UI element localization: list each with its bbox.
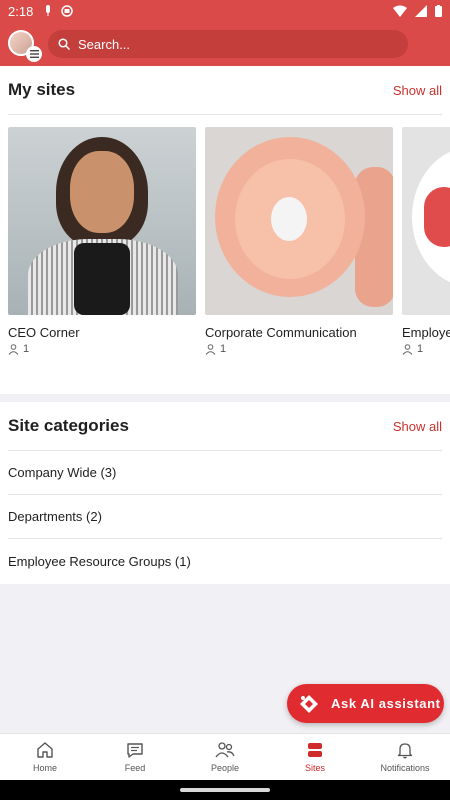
member-count: 1 [417, 343, 424, 355]
battery-icon [435, 5, 442, 17]
status-time: 2:18 [8, 3, 34, 19]
bell-icon [397, 743, 413, 759]
person-icon [8, 343, 19, 355]
search-icon [58, 38, 70, 50]
microphone-icon [46, 5, 51, 16]
nav-item-people[interactable]: People [180, 734, 270, 780]
bottom-nav: Home Feed People Sites Notifications [0, 733, 450, 780]
nav-label: Notifications [380, 763, 430, 773]
menu-icon [26, 46, 42, 62]
ask-ai-assistant-button[interactable]: Ask AI assistant [287, 684, 444, 723]
nav-label: Home [32, 763, 57, 773]
site-image [205, 127, 393, 315]
nav-label: Feed [124, 763, 146, 773]
site-image [8, 127, 196, 315]
home-gesture-handle[interactable] [180, 788, 270, 792]
section-title: Site categories [8, 416, 129, 435]
site-card-corporate-communication[interactable]: Corporate Communication 1 [205, 127, 393, 355]
nav-item-sites[interactable]: Sites [270, 734, 360, 780]
signal-icon [415, 5, 427, 17]
nav-item-notifications[interactable]: Notifications [360, 734, 450, 780]
feed-icon [127, 743, 143, 758]
sites-carousel[interactable]: CEO Corner 1 Corporate Communication 1 E… [0, 127, 450, 377]
nav-item-feed[interactable]: Feed [90, 734, 180, 780]
person-icon [402, 343, 413, 355]
top-bar: Search... [0, 22, 450, 66]
profile-avatar-button[interactable] [8, 30, 42, 62]
category-item-departments[interactable]: Departments (2) [8, 495, 442, 539]
site-name: CEO Corner [8, 325, 80, 340]
my-sites-section: My sites Show all CEO Corner 1 Corporate… [0, 66, 450, 394]
my-sites-header: My sites Show all [0, 66, 450, 114]
app-notification-icon [61, 5, 74, 17]
site-members: 1 [402, 343, 450, 355]
ai-sparkle-icon [300, 694, 318, 713]
site-categories-header: Site categories Show all [0, 402, 450, 450]
show-all-categories-link[interactable]: Show all [393, 419, 442, 434]
wifi-icon [393, 5, 407, 17]
category-item-employee-resource-groups[interactable]: Employee Resource Groups (1) [8, 539, 442, 583]
nav-label: People [210, 763, 240, 773]
status-bar: 2:18 [0, 0, 450, 22]
site-name: Corporate Communication [205, 325, 357, 340]
system-navigation-bar [0, 780, 450, 800]
member-count: 1 [23, 343, 30, 355]
nav-item-home[interactable]: Home [0, 734, 90, 780]
ai-button-label: Ask AI assistant [331, 696, 441, 711]
site-members: 1 [205, 343, 393, 355]
search-input[interactable]: Search... [48, 30, 408, 58]
site-card-ceo-corner[interactable]: CEO Corner 1 [8, 127, 196, 355]
site-categories-section: Site categories Show all Company Wide (3… [0, 402, 450, 584]
people-icon [215, 742, 235, 758]
sites-icon [308, 743, 322, 757]
member-count: 1 [220, 343, 227, 355]
search-placeholder: Search... [78, 36, 131, 52]
person-icon [205, 343, 216, 355]
site-members: 1 [8, 343, 196, 355]
site-card-employee[interactable]: Employe 1 [402, 127, 450, 355]
site-image [402, 127, 450, 315]
category-item-company-wide[interactable]: Company Wide (3) [8, 451, 442, 495]
show-all-sites-link[interactable]: Show all [393, 83, 442, 98]
divider [8, 114, 442, 115]
nav-label: Sites [304, 763, 325, 773]
site-name: Employe [402, 325, 450, 340]
section-title: My sites [8, 80, 76, 99]
home-icon [37, 742, 53, 758]
